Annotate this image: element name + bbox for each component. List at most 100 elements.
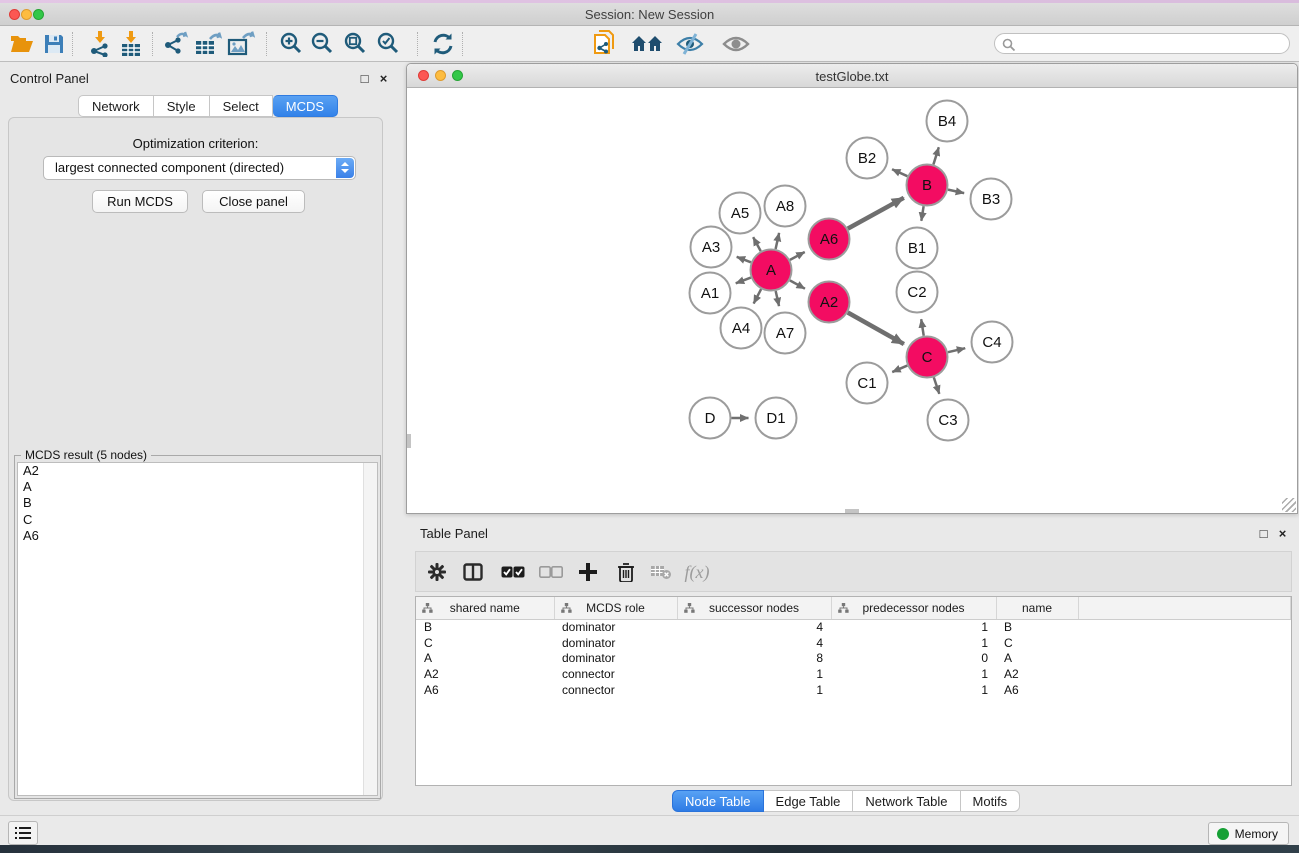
table-row[interactable]: Cdominator41C [416, 635, 1291, 651]
mcds-result-item[interactable]: A6 [18, 528, 377, 544]
tab-select[interactable]: Select [210, 95, 273, 117]
new-network-from-selection-icon[interactable] [588, 29, 620, 59]
table-settings-gear-icon[interactable] [422, 558, 452, 586]
select-all-checkboxes-icon[interactable] [498, 558, 528, 586]
graph-node-A1[interactable]: A1 [690, 273, 731, 314]
table-cell[interactable]: 1 [677, 682, 831, 698]
table-cell[interactable]: 4 [677, 635, 831, 651]
table-cell[interactable]: 4 [677, 619, 831, 635]
graph-node-C[interactable]: C [907, 337, 948, 378]
run-mcds-button[interactable]: Run MCDS [92, 190, 188, 213]
tab-edge-table[interactable]: Edge Table [764, 790, 854, 812]
graph-edge-A-A8[interactable] [776, 233, 780, 249]
table-row[interactable]: Bdominator41B [416, 619, 1291, 635]
column-header-predecessor-nodes[interactable]: predecessor nodes [831, 597, 996, 619]
delete-table-icon[interactable] [646, 558, 676, 586]
graph-edge-B-B3[interactable] [948, 190, 964, 194]
table-cell[interactable]: connector [554, 666, 677, 682]
table-row[interactable]: Adominator80A [416, 651, 1291, 667]
column-header-MCDS-role[interactable]: MCDS role [554, 597, 677, 619]
table-cell[interactable]: connector [554, 682, 677, 698]
table-cell[interactable]: 0 [831, 651, 996, 667]
table-cell[interactable]: dominator [554, 651, 677, 667]
mcds-result-item[interactable]: B [18, 495, 377, 511]
export-network-icon[interactable] [160, 29, 192, 59]
table-cell[interactable]: A [996, 651, 1078, 667]
graph-node-A[interactable]: A [751, 250, 792, 291]
graph-edge-A6-B[interactable] [848, 198, 904, 229]
graph-edge-A-A1[interactable] [736, 278, 751, 284]
graph-node-B4[interactable]: B4 [927, 101, 968, 142]
network-window-titlebar[interactable]: testGlobe.txt [407, 64, 1297, 88]
graph-node-A5[interactable]: A5 [720, 193, 761, 234]
table-cell[interactable]: A2 [996, 666, 1078, 682]
table-cell[interactable]: B [996, 619, 1078, 635]
graph-node-A6[interactable]: A6 [809, 219, 850, 260]
table-cell[interactable]: 1 [677, 666, 831, 682]
delete-column-trash-icon[interactable] [611, 558, 641, 586]
graph-node-A3[interactable]: A3 [691, 227, 732, 268]
network-canvas[interactable]: B4B2BB3B1A5A8A3A6AA1A4A7A2C2CC4C1C3DD1 [407, 89, 1297, 513]
table-cell[interactable]: 1 [831, 682, 996, 698]
table-panel-close-icon[interactable]: × [1275, 526, 1290, 541]
table-panel-float-icon[interactable]: □ [1256, 526, 1271, 541]
network-graph[interactable]: B4B2BB3B1A5A8A3A6AA1A4A7A2C2CC4C1C3DD1 [407, 89, 1297, 513]
table-cell[interactable]: 1 [831, 619, 996, 635]
graph-edge-A-A7[interactable] [776, 291, 779, 306]
tab-node-table[interactable]: Node Table [672, 790, 764, 812]
table-cell[interactable]: C [996, 635, 1078, 651]
table-body[interactable]: Bdominator41BCdominator41CAdominator80AA… [416, 619, 1291, 698]
graph-node-A4[interactable]: A4 [721, 308, 762, 349]
import-network-icon[interactable] [84, 29, 116, 59]
show-columns-icon[interactable] [458, 558, 488, 586]
zoom-in-icon[interactable] [276, 29, 308, 59]
table-cell[interactable]: A2 [416, 666, 554, 682]
add-column-plus-icon[interactable] [573, 558, 603, 586]
graph-node-C1[interactable]: C1 [847, 363, 888, 404]
search-field[interactable] [994, 33, 1290, 54]
graph-edge-C-C2[interactable] [921, 319, 924, 336]
graph-edge-B-B1[interactable] [921, 206, 923, 221]
tab-motifs[interactable]: Motifs [961, 790, 1021, 812]
graph-node-D1[interactable]: D1 [756, 398, 797, 439]
graph-edge-C-C3[interactable] [934, 377, 940, 394]
memory-button[interactable]: Memory [1208, 822, 1289, 845]
tab-style[interactable]: Style [154, 95, 210, 117]
table-header-row[interactable]: shared nameMCDS rolesuccessor nodesprede… [416, 597, 1291, 619]
table-cell[interactable]: 1 [831, 666, 996, 682]
table-cell[interactable]: C [416, 635, 554, 651]
mcds-result-item[interactable]: A [18, 479, 377, 495]
tab-network-table[interactable]: Network Table [853, 790, 960, 812]
zoom-selected-icon[interactable] [373, 29, 405, 59]
control-panel-float-icon[interactable]: □ [357, 71, 372, 86]
graph-node-C2[interactable]: C2 [897, 272, 938, 313]
tab-mcds[interactable]: MCDS [273, 95, 338, 117]
table-cell[interactable]: B [416, 619, 554, 635]
graph-edge-C-C1[interactable] [892, 366, 907, 373]
graph-node-B1[interactable]: B1 [897, 228, 938, 269]
table-cell[interactable]: dominator [554, 635, 677, 651]
search-input[interactable] [1019, 35, 1279, 52]
table-row[interactable]: A6connector11A6 [416, 682, 1291, 698]
zoom-out-icon[interactable] [307, 29, 339, 59]
column-header-successor-nodes[interactable]: successor nodes [677, 597, 831, 619]
graph-node-D[interactable]: D [690, 398, 731, 439]
graph-node-B3[interactable]: B3 [971, 179, 1012, 220]
graph-node-B[interactable]: B [907, 165, 948, 206]
close-panel-button[interactable]: Close panel [202, 190, 305, 213]
graph-edge-A-A4[interactable] [754, 289, 761, 303]
table-cell[interactable]: 8 [677, 651, 831, 667]
graph-edge-A-A3[interactable] [737, 257, 751, 262]
mcds-result-item[interactable]: A2 [18, 463, 377, 479]
column-header-shared-name[interactable]: shared name [416, 597, 554, 619]
graph-edge-A-A6[interactable] [790, 252, 805, 260]
graph-edge-A2-C[interactable] [848, 313, 904, 345]
zoom-fit-icon[interactable] [340, 29, 372, 59]
apply-layout-refresh-icon[interactable] [427, 29, 459, 59]
table-cell[interactable]: 1 [831, 635, 996, 651]
open-file-icon[interactable] [6, 29, 38, 59]
tab-network[interactable]: Network [78, 95, 154, 117]
table-row[interactable]: A2connector11A2 [416, 666, 1291, 682]
control-panel-close-icon[interactable]: × [376, 71, 391, 86]
scrollbar-track[interactable] [363, 463, 377, 795]
